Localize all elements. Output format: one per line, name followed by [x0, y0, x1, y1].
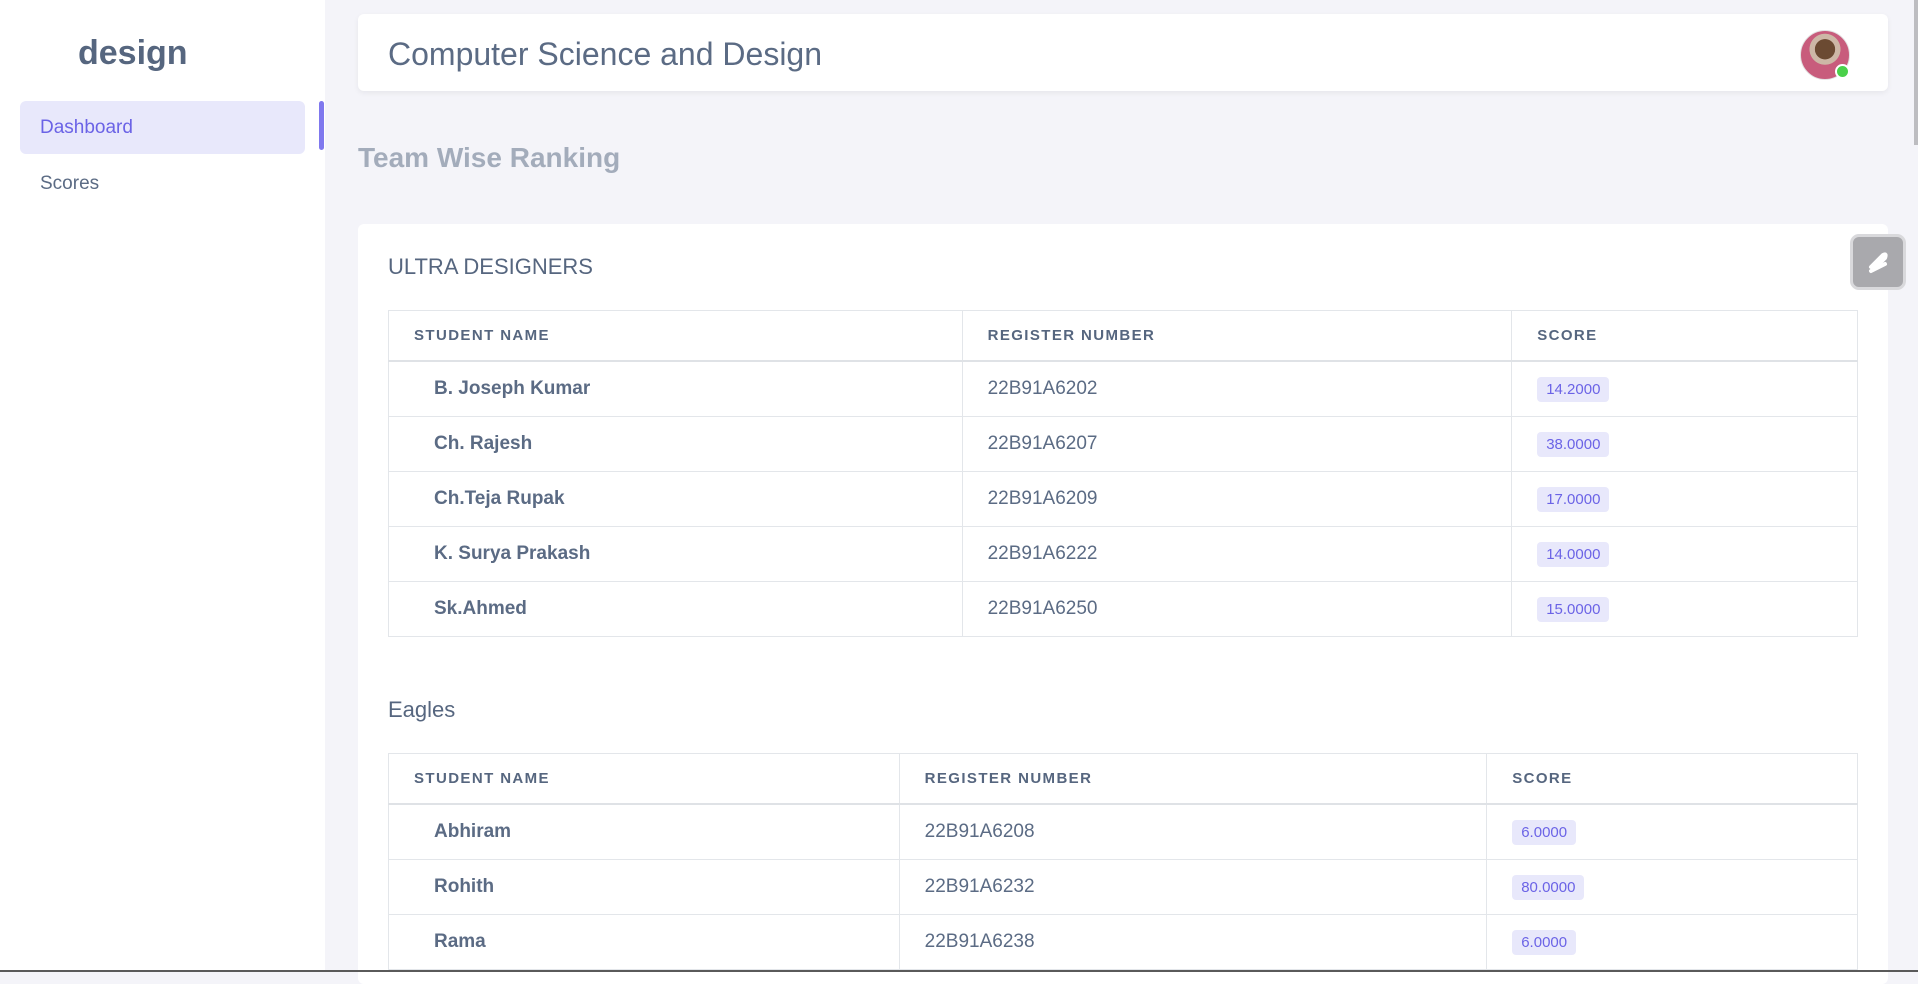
- score-cell: 17.0000: [1511, 471, 1858, 527]
- floating-action-button[interactable]: [1850, 234, 1906, 290]
- table-row: Sk.Ahmed 22B91A6250 15.0000: [388, 581, 1858, 637]
- team-table: STUDENT NAME REGISTER NUMBER SCORE B. Jo…: [388, 310, 1858, 637]
- page-title: Computer Science and Design: [388, 36, 823, 72]
- score-badge: 38.0000: [1537, 431, 1610, 457]
- student-name: Rohith: [388, 859, 900, 915]
- register-number: 22B91A6202: [961, 360, 1513, 417]
- student-name: Ch.Teja Rupak: [388, 471, 963, 527]
- brand-logo[interactable]: design: [78, 34, 188, 73]
- table-row: Ch.Teja Rupak 22B91A6209 17.0000: [388, 471, 1858, 527]
- register-number: 22B91A6250: [961, 581, 1513, 637]
- team-table: STUDENT NAME REGISTER NUMBER SCORE Abhir…: [388, 753, 1858, 970]
- register-number: 22B91A6238: [898, 914, 1488, 970]
- score-cell: 80.0000: [1486, 859, 1858, 915]
- score-badge: 15.0000: [1537, 596, 1610, 622]
- register-number: 22B91A6207: [961, 416, 1513, 472]
- team-ranking-card: ULTRA DESIGNERS STUDENT NAME REGISTER NU…: [358, 224, 1888, 984]
- student-name: Abhiram: [388, 803, 900, 860]
- column-header-student-name: STUDENT NAME: [388, 753, 900, 805]
- sidebar-item-label: Dashboard: [40, 116, 133, 138]
- score-badge: 6.0000: [1512, 929, 1577, 955]
- student-name: Rama: [388, 914, 900, 970]
- table-row: Rohith 22B91A6232 80.0000: [388, 859, 1858, 915]
- table-row: Abhiram 22B91A6208 6.0000: [388, 803, 1858, 860]
- column-header-score: SCORE: [1511, 310, 1858, 362]
- column-header-register-number: REGISTER NUMBER: [898, 753, 1488, 805]
- student-name: K. Surya Prakash: [388, 526, 963, 582]
- score-cell: 6.0000: [1486, 914, 1858, 970]
- score-cell: 15.0000: [1511, 581, 1858, 637]
- score-cell: 14.0000: [1511, 526, 1858, 582]
- sidebar-item-scores[interactable]: Scores: [20, 157, 305, 210]
- score-cell: 6.0000: [1486, 803, 1858, 860]
- table-header-row: STUDENT NAME REGISTER NUMBER SCORE: [388, 310, 1858, 362]
- sidebar: design Dashboard Scores: [0, 0, 325, 972]
- score-badge: 17.0000: [1537, 486, 1610, 512]
- register-number: 22B91A6208: [898, 803, 1488, 860]
- scrollbar[interactable]: [1914, 0, 1918, 145]
- register-number: 22B91A6232: [898, 859, 1488, 915]
- student-name: B. Joseph Kumar: [388, 360, 963, 417]
- link-icon: [1869, 252, 1888, 273]
- student-name: Ch. Rajesh: [388, 416, 963, 472]
- score-badge: 14.2000: [1537, 376, 1610, 402]
- score-cell: 14.2000: [1511, 360, 1858, 417]
- online-status-dot: [1835, 64, 1850, 79]
- team-name: ULTRA DESIGNERS: [388, 254, 593, 279]
- register-number: 22B91A6209: [961, 471, 1513, 527]
- avatar[interactable]: [1800, 30, 1850, 80]
- sidebar-item-dashboard[interactable]: Dashboard: [20, 101, 305, 154]
- score-badge: 14.0000: [1537, 541, 1610, 567]
- register-number: 22B91A6222: [961, 526, 1513, 582]
- table-row: Ch. Rajesh 22B91A6207 38.0000: [388, 416, 1858, 472]
- student-name: Sk.Ahmed: [388, 581, 963, 637]
- column-header-student-name: STUDENT NAME: [388, 310, 963, 362]
- top-header: Computer Science and Design: [358, 14, 1888, 91]
- active-nav-indicator: [319, 101, 324, 150]
- section-heading: Team Wise Ranking: [358, 142, 621, 173]
- column-header-register-number: REGISTER NUMBER: [961, 310, 1513, 362]
- score-cell: 38.0000: [1511, 416, 1858, 472]
- table-row: K. Surya Prakash 22B91A6222 14.0000: [388, 526, 1858, 582]
- score-badge: 80.0000: [1512, 874, 1585, 900]
- team-name: Eagles: [388, 697, 456, 722]
- score-badge: 6.0000: [1512, 819, 1577, 845]
- table-row: B. Joseph Kumar 22B91A6202 14.2000: [388, 360, 1858, 417]
- table-header-row: STUDENT NAME REGISTER NUMBER SCORE: [388, 753, 1858, 805]
- sidebar-item-label: Scores: [40, 172, 100, 194]
- table-row: Rama 22B91A6238 6.0000: [388, 914, 1858, 970]
- column-header-score: SCORE: [1486, 753, 1858, 805]
